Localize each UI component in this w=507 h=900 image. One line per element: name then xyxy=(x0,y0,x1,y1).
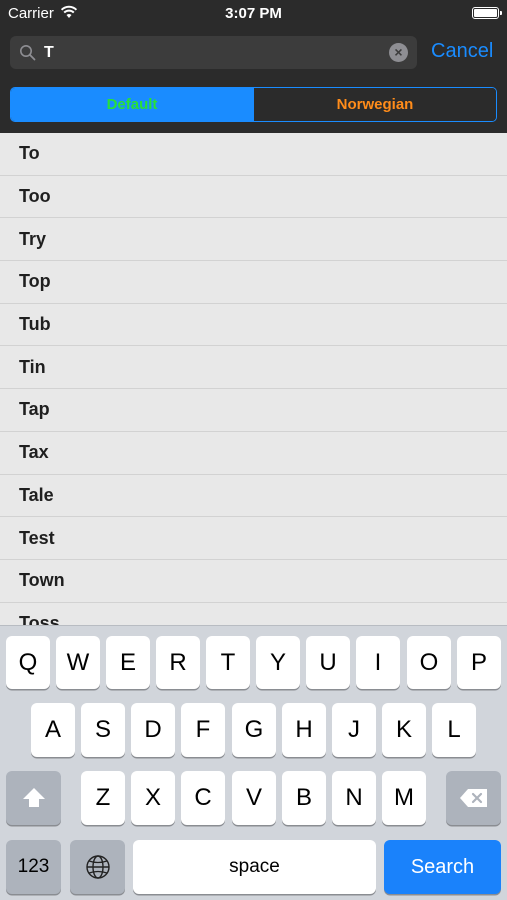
key-n[interactable]: N xyxy=(332,771,376,825)
status-bar: Carrier 3:07 PM xyxy=(0,0,507,28)
shift-icon xyxy=(22,788,45,807)
globe-icon xyxy=(85,855,110,879)
key-k[interactable]: K xyxy=(382,703,426,757)
key-w[interactable]: W xyxy=(56,636,100,689)
key-u[interactable]: U xyxy=(306,636,350,689)
cancel-button[interactable]: Cancel xyxy=(431,40,493,63)
segment-norwegian[interactable]: Norwegian xyxy=(253,88,496,121)
search-header: × Cancel Default Norwegian xyxy=(0,28,507,133)
scope-segmented-control: Default Norwegian xyxy=(10,87,497,122)
key-o[interactable]: O xyxy=(407,636,451,689)
list-item[interactable]: Tap xyxy=(0,389,507,432)
space-key[interactable]: space xyxy=(133,840,376,894)
key-e[interactable]: E xyxy=(106,636,150,689)
segment-default[interactable]: Default xyxy=(11,88,253,121)
key-q[interactable]: Q xyxy=(6,636,50,689)
key-a[interactable]: A xyxy=(31,703,75,757)
key-v[interactable]: V xyxy=(232,771,276,825)
numbers-key[interactable]: 123 xyxy=(6,840,61,894)
key-i[interactable]: I xyxy=(356,636,400,689)
search-input[interactable] xyxy=(44,40,384,65)
key-b[interactable]: B xyxy=(282,771,326,825)
list-item[interactable]: To xyxy=(0,133,507,176)
magnifier-icon xyxy=(20,45,36,61)
key-f[interactable]: F xyxy=(181,703,225,757)
search-field[interactable]: × xyxy=(10,36,417,69)
key-r[interactable]: R xyxy=(156,636,200,689)
key-j[interactable]: J xyxy=(332,703,376,757)
status-time: 3:07 PM xyxy=(225,5,282,22)
list-item[interactable]: Tale xyxy=(0,475,507,518)
key-t[interactable]: T xyxy=(206,636,250,689)
key-c[interactable]: C xyxy=(181,771,225,825)
globe-key[interactable] xyxy=(70,840,125,894)
key-s[interactable]: S xyxy=(81,703,125,757)
search-key[interactable]: Search xyxy=(384,840,501,894)
battery-icon xyxy=(472,7,502,19)
backspace-key[interactable] xyxy=(446,771,501,825)
key-p[interactable]: P xyxy=(457,636,501,689)
key-x[interactable]: X xyxy=(131,771,175,825)
list-item[interactable]: Toss xyxy=(0,603,507,625)
list-item[interactable]: Tub xyxy=(0,304,507,347)
list-item[interactable]: Try xyxy=(0,218,507,262)
key-m[interactable]: M xyxy=(382,771,426,825)
key-y[interactable]: Y xyxy=(256,636,300,689)
backspace-icon xyxy=(459,789,487,807)
clear-icon[interactable]: × xyxy=(389,43,408,62)
keyboard: Q W E R T Y U I O P A S D F G H J K L Z … xyxy=(0,625,507,900)
key-g[interactable]: G xyxy=(232,703,276,757)
key-h[interactable]: H xyxy=(282,703,326,757)
key-l[interactable]: L xyxy=(432,703,476,757)
key-d[interactable]: D xyxy=(131,703,175,757)
list-item[interactable]: Tax xyxy=(0,432,507,475)
results-list: To Too Try Top Tub Tin Tap Tax Tale Test… xyxy=(0,133,507,625)
list-item[interactable]: Top xyxy=(0,261,507,304)
list-item[interactable]: Test xyxy=(0,517,507,560)
list-item[interactable]: Tin xyxy=(0,346,507,390)
list-item[interactable]: Too xyxy=(0,176,507,219)
list-item[interactable]: Town xyxy=(0,560,507,603)
key-z[interactable]: Z xyxy=(81,771,125,825)
shift-key[interactable] xyxy=(6,771,61,825)
